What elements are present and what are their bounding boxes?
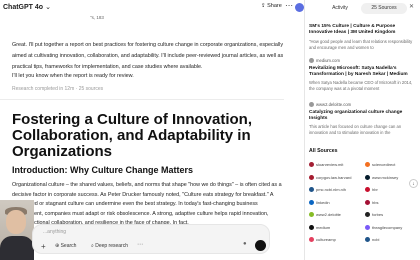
scroll-down-icon[interactable]: ↓ (409, 179, 418, 188)
source-card-description: When Satya Nadella became CEO of Microso… (309, 80, 413, 91)
plus-icon[interactable]: + (41, 242, 46, 251)
source-favicon-icon (365, 174, 370, 180)
source-chip-label: www2.deloitte (316, 212, 341, 217)
source-favicon-icon (309, 174, 314, 180)
source-card-title: Catalyzing organizational culture change… (309, 110, 403, 121)
source-chip[interactable]: forbes (365, 212, 383, 217)
source-chip-label: ncbi (372, 237, 380, 242)
chat-main-panel: ChatGPT 4o ⌄ ⇪ Share ⋯ "s, 183 Great. I'l… (0, 0, 304, 260)
more-options-icon[interactable]: ⋯ (285, 1, 293, 10)
presenter-body (0, 236, 34, 260)
source-chip[interactable]: cultureamp (309, 237, 336, 242)
source-card-description: "How good people and learn that relation… (309, 39, 413, 50)
microphone-icon[interactable]: ● (243, 241, 247, 247)
source-card-description: This article has focused on culture chan… (309, 124, 402, 135)
source-chip-label: theagilecompany (372, 224, 403, 230)
deep-research-label: Deep research (95, 243, 128, 249)
source-favicon-icon (309, 199, 314, 205)
research-status[interactable]: Research completed in 12m · 25 sources (12, 86, 103, 92)
close-icon[interactable]: ✕ (409, 3, 414, 10)
source-chip[interactable]: hbr (365, 187, 378, 192)
site-favicon-icon (309, 102, 314, 107)
source-chip[interactable]: sciencedirect (365, 162, 395, 167)
source-favicon-icon (365, 199, 370, 205)
source-chip-label: www.mckinsey (372, 174, 399, 180)
site-favicon-icon (309, 58, 314, 63)
source-favicon-icon (365, 212, 370, 217)
message-composer[interactable]: ...anything + ⊕ Search ⌕ Deep research ⋯… (32, 224, 270, 254)
source-favicon-icon (309, 212, 314, 217)
tab-activity[interactable]: Activity (323, 3, 357, 14)
source-chip-label: forbes (372, 212, 384, 217)
source-card-site: www2.deloitte.com (309, 102, 351, 107)
presenter-face (6, 210, 26, 234)
tab-sources[interactable]: 25 Sources (361, 3, 407, 14)
source-favicon-icon (365, 224, 370, 230)
sources-sidebar: Activity 25 Sources ✕ SM's 15% Culture |… (304, 0, 420, 260)
source-favicon-icon (309, 162, 314, 167)
chevron-down-icon: ⌄ (45, 4, 51, 11)
voice-mode-button[interactable] (255, 240, 266, 251)
source-favicon-icon (309, 237, 314, 242)
source-card-title: SM's 15% Culture | Culture & Purpose Inn… (309, 24, 396, 35)
report-body-text: Organizational culture – the shared valu… (12, 182, 282, 226)
source-chip-label: medium (316, 224, 331, 230)
source-chip[interactable]: theagilecompany (365, 224, 403, 230)
source-chip-label: sloanreview.mit (316, 162, 344, 167)
source-chip[interactable]: ncbi (365, 237, 379, 242)
previous-message-snippet: "s, 183 (90, 15, 104, 20)
model-name: ChatGPT 4o (3, 4, 44, 11)
composer-input[interactable]: ...anything (43, 229, 66, 235)
source-chip-label: sciencedirect (372, 162, 396, 167)
source-chip[interactable]: corpgov.law.harvard (309, 174, 352, 180)
deep-research-button[interactable]: ⌕ Deep research (91, 243, 128, 249)
share-label: Share (267, 3, 282, 9)
webcam-overlay (0, 200, 34, 260)
assistant-message-followup: I'll let you know when the report is rea… (12, 73, 134, 79)
telescope-icon: ⌕ (91, 243, 94, 249)
source-chip-label: corpgov.law.harvard (316, 174, 352, 180)
source-site-label: www2.deloitte.com (316, 102, 352, 107)
top-bar: ChatGPT 4o ⌄ ⇪ Share ⋯ (0, 0, 304, 16)
source-favicon-icon (309, 187, 314, 192)
source-chip[interactable]: www2.deloitte (309, 212, 341, 217)
source-chip-label: cultureamp (316, 237, 336, 242)
all-sources-heading: All Sources (309, 148, 338, 154)
source-chip[interactable]: pmc.ncbi.nlm.nih (309, 187, 346, 192)
share-icon: ⇪ (261, 3, 266, 9)
section-heading: Introduction: Why Culture Change Matters (12, 165, 193, 175)
avatar[interactable] (295, 3, 304, 12)
source-chip[interactable]: hbs (365, 199, 379, 205)
more-tools-icon[interactable]: ⋯ (137, 241, 143, 248)
share-button[interactable]: ⇪ Share (261, 3, 282, 9)
source-chip-label: pmc.ncbi.nlm.nih (316, 187, 347, 192)
source-favicon-icon (365, 237, 370, 242)
source-chip-label: hbs (372, 199, 379, 205)
source-chip-label: linkedin (316, 199, 330, 205)
source-favicon-icon (309, 224, 314, 230)
source-chip[interactable]: sloanreview.mit (309, 162, 343, 167)
source-favicon-icon (365, 187, 370, 192)
source-favicon-icon (365, 162, 370, 167)
report-title: Fostering a Culture of Innovation, Colla… (12, 111, 252, 160)
search-label: Search (60, 243, 77, 249)
assistant-message-paragraph: Great. I'll put together a report on bes… (12, 42, 284, 70)
source-card-site: medium.com (309, 58, 340, 63)
source-site-label: medium.com (316, 58, 340, 63)
source-chip[interactable]: medium (309, 224, 331, 230)
search-button[interactable]: ⊕ Search (55, 243, 76, 249)
source-card-title: Revitalizing Microsoft: Satya Nadella's … (309, 66, 408, 77)
source-chip-label: hbr (372, 187, 378, 192)
source-chip[interactable]: www.mckinsey (365, 174, 399, 180)
source-chip[interactable]: linkedin (309, 199, 330, 205)
globe-icon: ⊕ (55, 243, 60, 249)
model-selector[interactable]: ChatGPT 4o ⌄ (3, 3, 51, 11)
